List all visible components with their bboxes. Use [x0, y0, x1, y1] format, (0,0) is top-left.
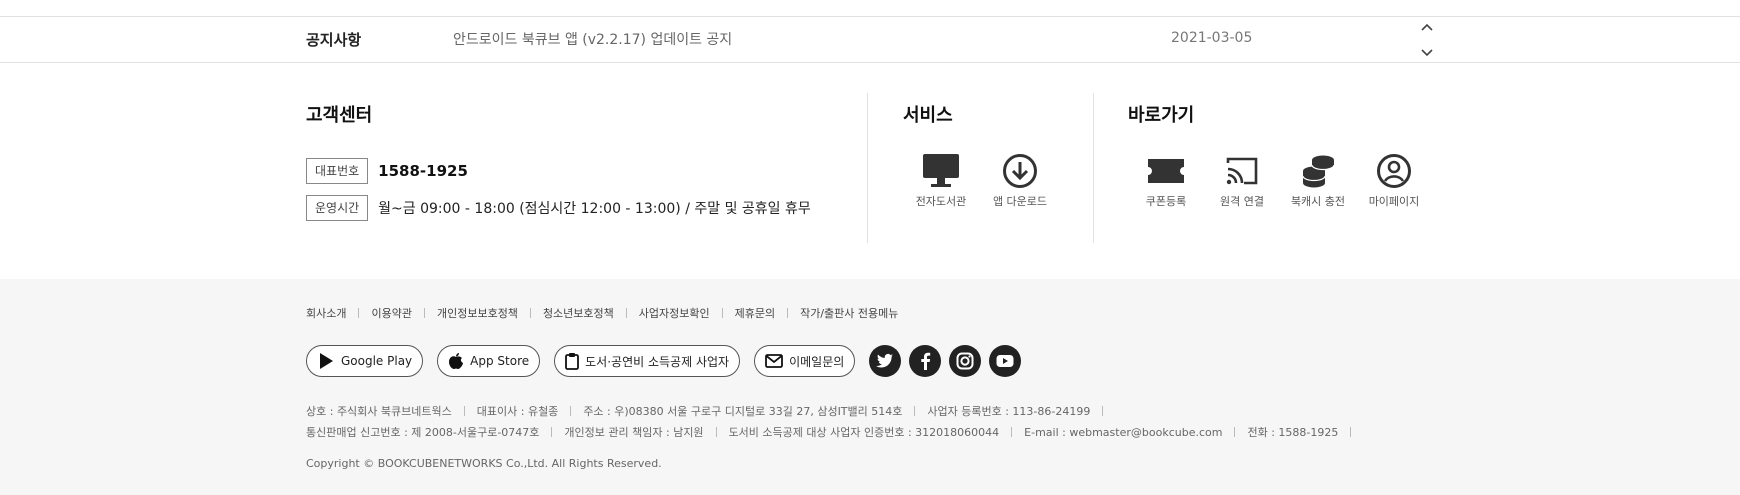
twitter-icon: [876, 353, 894, 368]
shortcut-remote[interactable]: 원격 연결: [1204, 153, 1280, 209]
copyright: Copyright © BOOKCUBENETWORKS Co.,Ltd. Al…: [306, 457, 662, 470]
separator: [529, 308, 531, 318]
footer-buttons: Google Play App Store 도서·공연비 소득공제 사업자 이메…: [306, 345, 1029, 377]
email-inquiry-label: 이메일문의: [789, 354, 845, 369]
business-info-line-2: 통신판매업 신고번호 : 제 2008-서울구로-0747호 개인정보 관리 책…: [306, 424, 1363, 440]
ecommerce-reg-number: 통신판매업 신고번호 : 제 2008-서울구로-0747호: [306, 426, 540, 439]
phone-row: 대표번호 1588-1925: [306, 158, 468, 184]
footer-link-privacy[interactable]: 개인정보보호정책: [437, 305, 518, 321]
separator: [570, 406, 572, 416]
hours-tag: 운영시간: [306, 195, 369, 221]
notice-bar: 공지사항 안드로이드 북큐브 앱 (v2.2.17) 업데이트 공지 2021-…: [0, 17, 1740, 63]
footer-link-youth[interactable]: 청소년보호정책: [543, 305, 614, 321]
contact-email: E-mail : webmaster@bookcube.com: [1024, 425, 1223, 439]
instagram-button[interactable]: [949, 345, 982, 377]
footer-link-partnership[interactable]: 제휴문의: [735, 305, 775, 321]
twitter-button[interactable]: [869, 345, 902, 377]
customer-center-title: 고객센터: [306, 105, 373, 126]
separator: [1350, 427, 1352, 437]
google-play-icon: [320, 353, 333, 369]
user-circle-icon: [1377, 154, 1411, 188]
divider: [867, 93, 868, 243]
google-play-label: Google Play: [341, 354, 413, 368]
separator: [1011, 427, 1013, 437]
service-e-library[interactable]: 전자도서관: [903, 153, 979, 209]
youtube-icon: [996, 355, 1014, 367]
company-address: 주소 : 우)08380 서울 구로구 디지털로 33길 27, 삼성IT밸리 …: [583, 405, 903, 418]
business-info-line-1: 상호 : 주식회사 북큐브네트웍스 대표이사 : 유철종 주소 : 우)0838…: [306, 403, 1115, 419]
separator: [914, 406, 916, 416]
deduction-cert-number: 도서비 소득공제 대상 사업자 인증번호 : 312018060044: [728, 426, 1000, 439]
app-store-label: App Store: [470, 354, 530, 368]
notice-text[interactable]: 안드로이드 북큐브 앱 (v2.2.17) 업데이트 공지: [453, 29, 732, 49]
business-reg-number: 사업자 등록번호 : 113-86-24199: [927, 405, 1091, 418]
google-play-button[interactable]: Google Play: [306, 345, 424, 377]
privacy-officer: 개인정보 관리 책임자 : 남지원: [564, 426, 704, 439]
notice-arrows: [1418, 19, 1436, 61]
separator: [1234, 427, 1236, 437]
ceo-name: 대표이사 : 유철종: [476, 405, 559, 418]
separator: [423, 308, 425, 318]
shortcut-label: 마이페이지: [1368, 195, 1420, 208]
app-store-button[interactable]: App Store: [437, 345, 541, 377]
service-label: 앱 다운로드: [992, 195, 1048, 208]
separator: [358, 308, 360, 318]
youtube-button[interactable]: [989, 345, 1022, 377]
shortcut-label: 북캐시 충전: [1290, 195, 1346, 208]
footer-link-company[interactable]: 회사소개: [306, 305, 346, 321]
apple-icon: [449, 353, 464, 369]
download-icon: [1003, 154, 1037, 188]
phone-number: 1588-1925: [378, 162, 468, 180]
separator: [551, 427, 553, 437]
separator: [715, 427, 717, 437]
instagram-icon: [956, 352, 974, 370]
info-section: 고객센터 대표번호 1588-1925 운영시간 월~금 09:00 - 18:…: [0, 63, 1740, 279]
monitor-icon: [923, 154, 959, 187]
hours-row: 운영시간 월~금 09:00 - 18:00 (점심시간 12:00 - 13:…: [306, 195, 811, 221]
clipboard-icon: [565, 353, 580, 370]
tax-deduction-button[interactable]: 도서·공연비 소득공제 사업자: [554, 345, 741, 377]
shortcut-label: 쿠폰등록: [1145, 195, 1187, 208]
services-title: 서비스: [903, 105, 953, 126]
service-app-download[interactable]: 앱 다운로드: [982, 153, 1058, 209]
contact-phone: 전화 : 1588-1925: [1247, 426, 1339, 439]
divider: [1093, 93, 1094, 243]
separator: [463, 406, 465, 416]
notice-date: 2021-03-05: [1171, 30, 1253, 46]
footer-link-terms[interactable]: 이용약관: [371, 305, 411, 321]
shortcut-mypage[interactable]: 마이페이지: [1356, 153, 1432, 209]
facebook-button[interactable]: [909, 345, 942, 377]
notice-title: 공지사항: [306, 31, 362, 49]
shortcuts-title: 바로가기: [1128, 105, 1195, 126]
cast-icon: [1226, 157, 1258, 185]
footer-link-author-menu[interactable]: 작가/출판사 전용메뉴: [800, 305, 898, 321]
hours-text: 월~금 09:00 - 18:00 (점심시간 12:00 - 13:00) /…: [378, 201, 811, 217]
ticket-icon: [1148, 159, 1184, 183]
email-inquiry-button[interactable]: 이메일문의: [754, 345, 856, 377]
chevron-down-icon[interactable]: [1418, 43, 1436, 61]
footer-links: 회사소개 이용약관 개인정보보호정책 청소년보호정책 사업자정보확인 제휴문의 …: [306, 305, 898, 321]
shortcut-bookcash[interactable]: 북캐시 충전: [1280, 153, 1356, 209]
shortcut-coupon[interactable]: 쿠폰등록: [1128, 153, 1204, 209]
phone-tag: 대표번호: [306, 158, 369, 184]
separator: [721, 308, 723, 318]
separator: [625, 308, 627, 318]
footer: 회사소개 이용약관 개인정보보호정책 청소년보호정책 사업자정보확인 제휴문의 …: [0, 279, 1740, 495]
separator: [1102, 406, 1104, 416]
chevron-up-icon[interactable]: [1418, 19, 1436, 37]
service-label: 전자도서관: [915, 195, 967, 208]
separator: [787, 308, 789, 318]
tax-deduction-label: 도서·공연비 소득공제 사업자: [585, 354, 730, 369]
coins-icon: [1302, 155, 1335, 188]
envelope-icon: [765, 354, 783, 368]
company-name: 상호 : 주식회사 북큐브네트웍스: [306, 405, 452, 418]
footer-link-business-info[interactable]: 사업자정보확인: [639, 305, 710, 321]
facebook-icon: [921, 352, 931, 370]
shortcut-label: 원격 연결: [1220, 195, 1264, 208]
